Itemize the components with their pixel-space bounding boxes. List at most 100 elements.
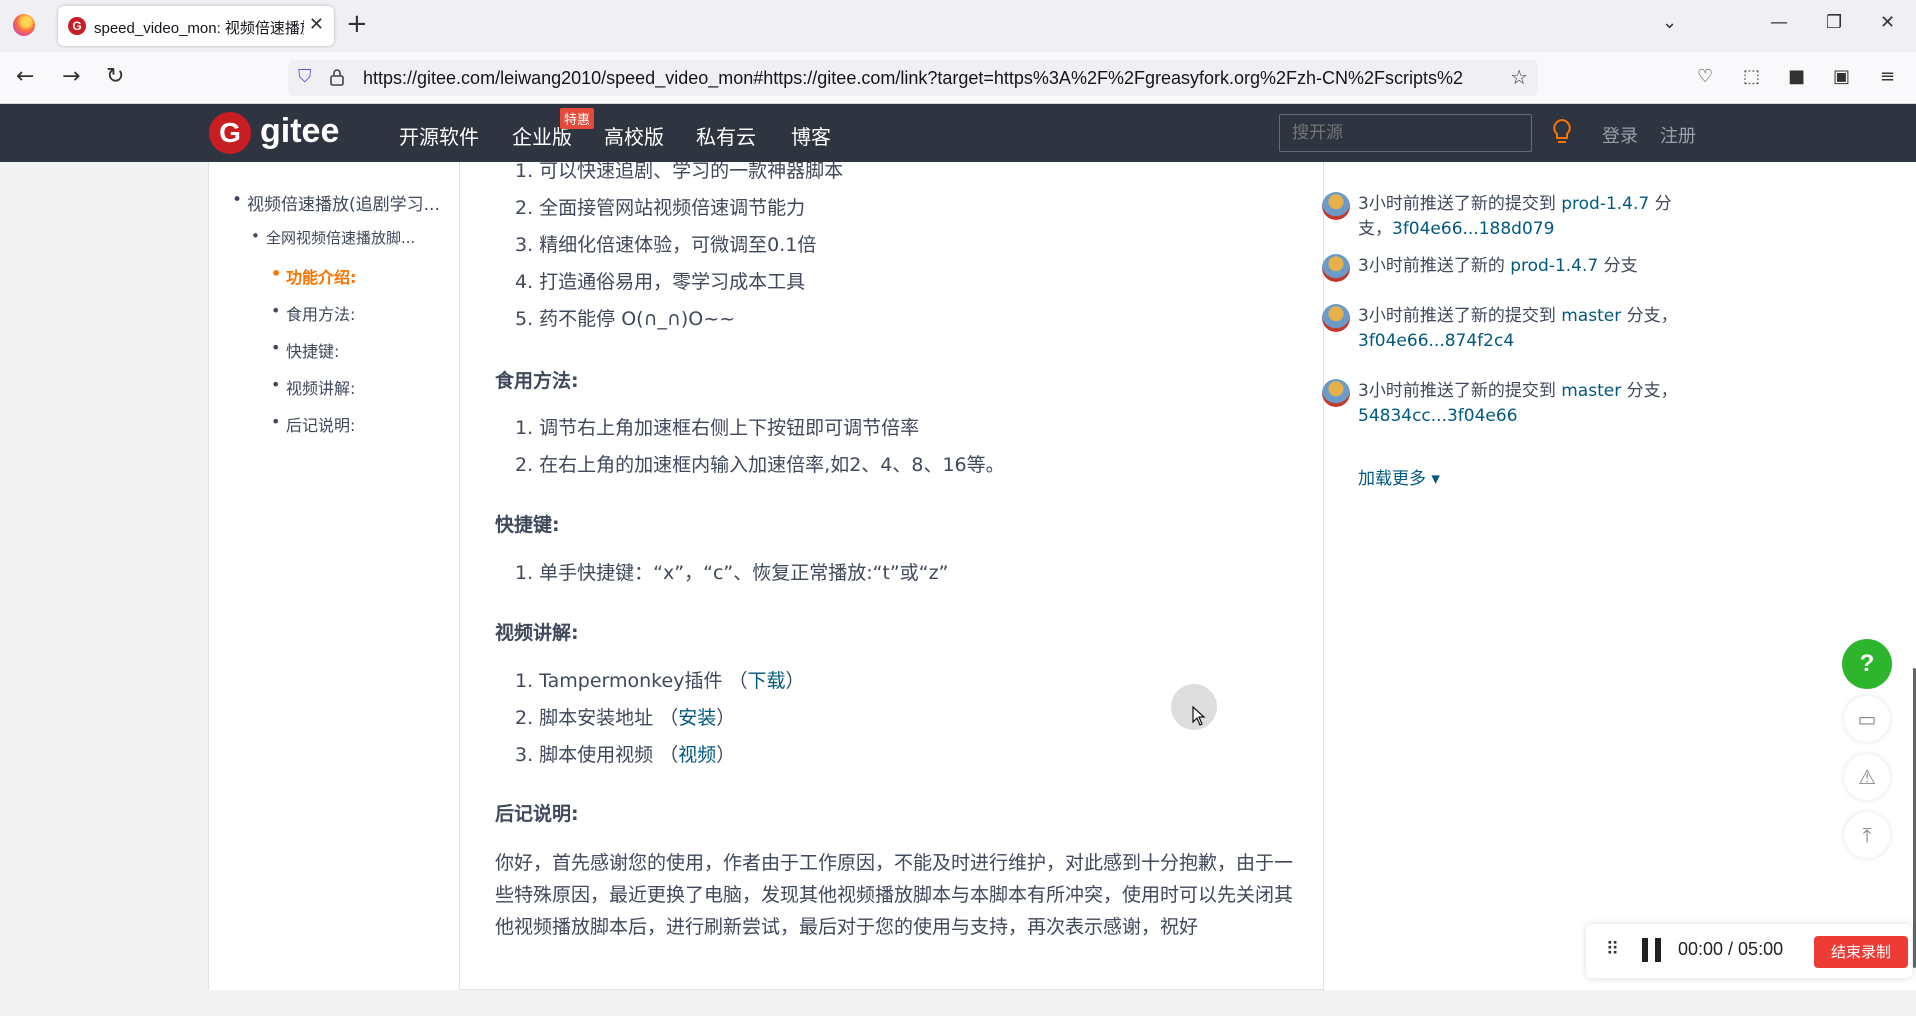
toc-item-features[interactable]: 功能介绍: (271, 264, 356, 288)
toc-item-title[interactable]: 视频倍速播放(追剧学习... (232, 190, 440, 215)
gitee-logo-icon[interactable]: G (209, 112, 251, 154)
recording-timer: 00:00 / 05:00 (1678, 939, 1784, 959)
video-link[interactable]: 视频 (678, 744, 716, 766)
pocket-icon[interactable]: ♡ (1697, 65, 1713, 89)
toc-item-script[interactable]: 全网视频倍速播放脚... (251, 227, 415, 248)
video-item-plugin: 1. Tampermonkey插件 （下载） (515, 666, 805, 693)
activity-text: 3小时前推送了新的 (1358, 256, 1511, 276)
screen-recorder-widget: ⠿ 00:00 / 05:00 结束录制 (1586, 924, 1912, 978)
toc-item-video[interactable]: 视频讲解: (271, 375, 355, 399)
branch-link[interactable]: prod-1.4.7 (1561, 194, 1649, 214)
branch-link[interactable]: master (1561, 306, 1621, 326)
extensions-icon[interactable]: ⬚ (1743, 65, 1760, 89)
feature-item: 4. 打造通俗易用，零学习成本工具 (515, 271, 806, 293)
video-item-text: 3. 脚本使用视频 （ (515, 744, 679, 766)
shortcut-item: 1. 单手快捷键：“x”，“c”、恢复正常播放:“t”或“z” (515, 562, 949, 584)
firefox-logo-icon[interactable] (13, 14, 35, 36)
minimize-window-icon[interactable]: — (1770, 12, 1788, 33)
activity-text: 3小时前推送了新的提交到 (1358, 306, 1562, 326)
forward-arrow-icon[interactable]: → (62, 65, 80, 89)
app-menu-icon[interactable]: ≡ (1880, 65, 1895, 89)
url-bar[interactable]: ⛉ https://gitee.com/leiwang2010/speed_vi… (288, 60, 1538, 96)
promo-badge: 特惠 (560, 108, 595, 129)
usage-item: 1. 调节右上角加速框右侧上下按钮即可调节倍率 (515, 417, 920, 439)
lightbulb-icon[interactable] (1552, 118, 1572, 146)
nav-private-cloud[interactable]: 私有云 (696, 121, 756, 150)
back-arrow-icon[interactable]: ← (16, 65, 34, 89)
shortcut-heading: 快捷键: (495, 514, 560, 536)
browser-tab-bar: G speed_video_mon: 视频倍速播放 ✕ + ⌄ — ❐ ✕ (0, 0, 1916, 52)
activity-item: 3小时前推送了新的提交到 master 分支， 3f04e66...874f2c4 (1322, 304, 1698, 354)
activity-text: 分支 (1598, 256, 1638, 276)
gitee-header: G gitee 开源软件 企业版 特惠 高校版 私有云 博客 登录 注册 (0, 104, 1916, 162)
video-item-install: 2. 脚本安装地址 （安装） (515, 703, 735, 730)
video-item-video: 3. 脚本使用视频 （视频） (515, 740, 735, 767)
tab-close-icon[interactable]: ✕ (309, 14, 324, 35)
lock-icon[interactable] (330, 68, 344, 86)
branch-link[interactable]: master (1561, 381, 1621, 401)
postscript-paragraph: 你好，首先感谢您的使用，作者由于工作原因，不能及时进行维护，对此感到十分抱歉，由… (495, 852, 1294, 938)
commit-link[interactable]: 54834cc...3f04e66 (1358, 406, 1518, 426)
search-input[interactable] (1279, 114, 1532, 152)
back-to-top-icon[interactable]: ⤒ (1844, 812, 1890, 858)
gitee-brand[interactable]: gitee (260, 112, 339, 151)
nav-education[interactable]: 高校版 (604, 121, 664, 150)
install-link[interactable]: 安装 (678, 707, 716, 729)
branch-link[interactable]: prod-1.4.7 (1510, 256, 1598, 276)
feature-item: 5. 药不能停 O(∩_∩)O~~ (515, 308, 736, 330)
toc-item-postscript[interactable]: 后记说明: (271, 412, 355, 436)
video-heading: 视频讲解: (495, 622, 579, 644)
extension-a-icon[interactable]: ■ (1788, 65, 1805, 89)
activity-item: 3小时前推送了新的提交到 master 分支， 54834cc...3f04e66 (1322, 379, 1698, 429)
postscript-heading: 后记说明: (495, 803, 579, 825)
close-window-icon[interactable]: ✕ (1880, 12, 1895, 33)
feature-item: 3. 精细化倍速体验，可微调至0.1倍 (515, 234, 817, 256)
avatar[interactable] (1322, 379, 1350, 407)
tracking-shield-icon[interactable]: ⛉ (298, 66, 312, 87)
register-link[interactable]: 注册 (1660, 122, 1696, 148)
video-item-end: ） (716, 744, 736, 766)
usage-heading: 食用方法: (495, 370, 579, 392)
activity-item: 3小时前推送了新的 prod-1.4.7 分支 (1322, 254, 1698, 282)
nav-blog[interactable]: 博客 (791, 121, 831, 150)
new-tab-button[interactable]: + (346, 9, 368, 39)
browser-tab-active[interactable]: G speed_video_mon: 视频倍速播放 ✕ (58, 6, 334, 46)
tab-title: speed_video_mon: 视频倍速播放 (94, 20, 304, 37)
video-item-end: ） (785, 670, 805, 692)
browser-nav-bar: ← → ↻ ⛉ https://gitee.com/leiwang2010/sp… (0, 52, 1916, 104)
activity-item: 3小时前推送了新的提交到 prod-1.4.7 分支，3f04e66...188… (1322, 192, 1698, 242)
toc-item-usage[interactable]: 食用方法: (271, 301, 355, 325)
commit-link[interactable]: 3f04e66...188d079 (1392, 219, 1554, 239)
commit-link[interactable]: 3f04e66...874f2c4 (1358, 331, 1514, 351)
login-link[interactable]: 登录 (1602, 122, 1638, 148)
activity-text: 3小时前推送了新的提交到 (1358, 194, 1562, 214)
pause-icon[interactable] (1642, 938, 1662, 962)
activity-panel: 3小时前推送了新的提交到 prod-1.4.7 分支， 3f04e66...188… (1322, 162, 1916, 990)
usage-item: 2. 在右上角的加速框内输入加速倍率,如2、4、8、16等。 (515, 454, 1005, 476)
restore-window-icon[interactable]: ❐ (1826, 12, 1842, 33)
report-warning-icon[interactable]: ⚠ (1844, 754, 1890, 800)
video-item-text: 1. Tampermonkey插件 （ (515, 670, 748, 692)
url-text[interactable]: https://gitee.com/leiwang2010/speed_vide… (363, 68, 1493, 89)
activity-text: 3小时前推送了新的提交到 (1358, 381, 1562, 401)
help-button[interactable]: ? (1842, 639, 1892, 689)
reload-icon[interactable]: ↻ (106, 65, 124, 89)
stop-recording-button[interactable]: 结束录制 (1814, 936, 1908, 968)
toc-item-shortcut[interactable]: 快捷键: (271, 338, 340, 362)
bookmark-star-icon[interactable]: ☆ (1510, 65, 1528, 89)
feedback-chat-icon[interactable]: ▭ (1844, 696, 1890, 742)
tab-list-chevron-icon[interactable]: ⌄ (1662, 12, 1677, 33)
download-link[interactable]: 下载 (747, 670, 785, 692)
activity-text: 分支， (1621, 381, 1678, 401)
nav-open-source[interactable]: 开源软件 (399, 121, 479, 150)
gitee-favicon-icon: G (68, 17, 86, 35)
load-more-button[interactable]: 加载更多 ▾ (1358, 464, 1440, 489)
activity-text: 分支， (1621, 306, 1678, 326)
avatar[interactable] (1322, 304, 1350, 332)
avatar[interactable] (1322, 254, 1350, 282)
extension-b-icon[interactable]: ▣ (1833, 65, 1850, 89)
video-item-end: ） (716, 707, 736, 729)
mouse-cursor-icon (1192, 706, 1206, 726)
avatar[interactable] (1322, 192, 1350, 220)
drag-handle-icon[interactable]: ⠿ (1606, 939, 1619, 960)
